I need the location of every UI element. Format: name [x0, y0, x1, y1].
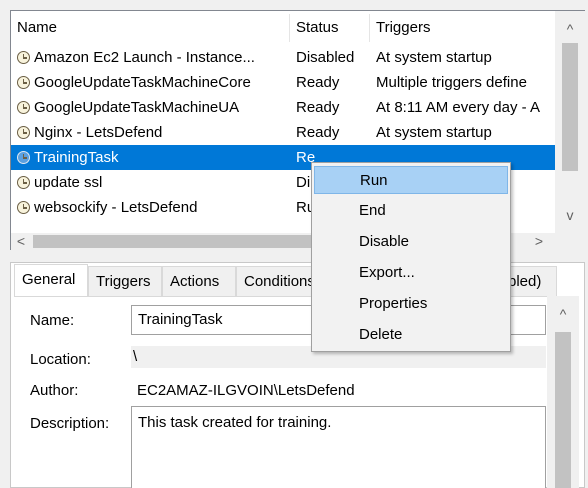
author-label: Author: — [30, 382, 79, 399]
tab-conditions[interactable]: Conditions — [236, 266, 316, 296]
description-field[interactable]: This task created for training. — [131, 406, 546, 488]
detail-scroll-up-arrow-icon[interactable]: ^ — [555, 306, 571, 322]
task-triggers: At system startup — [376, 124, 492, 141]
tab-settings[interactable]: bled) — [505, 266, 557, 296]
author-value: EC2AMAZ-ILGVOIN\LetsDefend — [137, 382, 355, 399]
list-vertical-scroll-thumb[interactable] — [562, 43, 578, 171]
task-name: GoogleUpdateTaskMachineCore — [34, 74, 251, 91]
task-clock-icon — [17, 151, 30, 164]
task-clock-icon — [17, 176, 30, 189]
scroll-down-arrow-icon[interactable]: v — [562, 207, 578, 223]
list-vertical-scrollbar[interactable]: ^ v — [555, 11, 585, 233]
context-menu: Run End Disable Export... Properties Del… — [311, 162, 511, 352]
scrollbar-corner — [555, 233, 585, 250]
description-label: Description: — [30, 415, 110, 432]
task-status: Ready — [296, 74, 340, 91]
menu-item-delete[interactable]: Delete — [314, 321, 508, 349]
tab-actions[interactable]: Actions — [162, 266, 236, 296]
task-clock-icon — [17, 201, 30, 214]
task-name: Nginx - LetsDefend — [34, 124, 163, 141]
task-row[interactable]: GoogleUpdateTaskMachineUA Ready At 8:11 … — [11, 95, 555, 120]
task-clock-icon — [17, 51, 30, 64]
location-label: Location: — [30, 351, 91, 368]
task-status: Ready — [296, 99, 340, 116]
task-status: Ready — [296, 124, 340, 141]
task-name: websockify - LetsDefend — [34, 199, 198, 216]
task-name: TrainingTask — [34, 149, 119, 166]
task-triggers: At 8:11 AM every day - A — [376, 99, 540, 116]
menu-item-end[interactable]: End — [314, 197, 508, 225]
column-header-status[interactable]: Status — [290, 14, 370, 42]
tab-general[interactable]: General — [14, 264, 88, 296]
task-name: update ssl — [34, 174, 103, 191]
task-name: GoogleUpdateTaskMachineUA — [34, 99, 240, 116]
task-row[interactable]: GoogleUpdateTaskMachineCore Ready Multip… — [11, 70, 555, 95]
name-label: Name: — [30, 312, 75, 329]
task-row[interactable]: Nginx - LetsDefend Ready At system start… — [11, 120, 555, 145]
menu-item-export[interactable]: Export... — [314, 259, 508, 287]
menu-item-properties[interactable]: Properties — [314, 290, 508, 318]
task-clock-icon — [17, 101, 30, 114]
task-clock-icon — [17, 126, 30, 139]
detail-vertical-scrollbar[interactable]: ^ — [547, 296, 579, 488]
task-clock-icon — [17, 76, 30, 89]
list-horizontal-scroll-thumb[interactable] — [33, 235, 313, 248]
column-header-name[interactable]: Name — [11, 14, 290, 42]
location-value: \ — [133, 348, 138, 365]
task-triggers: Multiple triggers define — [376, 74, 527, 91]
column-header-triggers[interactable]: Triggers — [370, 14, 555, 42]
scroll-right-arrow-icon[interactable]: > — [531, 233, 547, 249]
menu-item-run[interactable]: Run — [314, 166, 508, 194]
task-triggers: At system startup — [376, 49, 492, 66]
menu-item-disable[interactable]: Disable — [314, 228, 508, 256]
task-row[interactable]: Amazon Ec2 Launch - Instance... Disabled… — [11, 45, 555, 70]
task-name: Amazon Ec2 Launch - Instance... — [34, 49, 255, 66]
scroll-left-arrow-icon[interactable]: < — [13, 233, 29, 249]
tab-triggers[interactable]: Triggers — [88, 266, 162, 296]
task-status: Disabled — [296, 49, 355, 66]
detail-vertical-scroll-thumb[interactable] — [555, 332, 571, 488]
scroll-up-arrow-icon[interactable]: ^ — [562, 21, 578, 37]
